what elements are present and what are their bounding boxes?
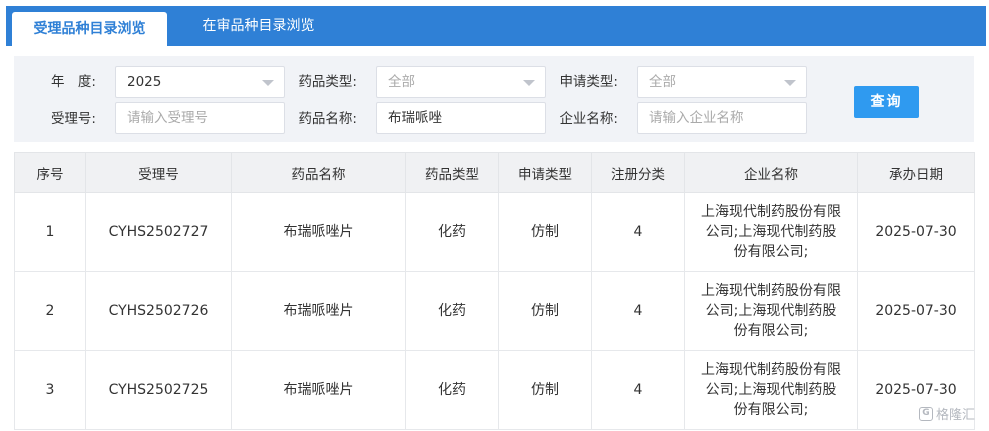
cell-apply-type: 仿制: [498, 192, 592, 272]
header-reg-class: 注册分类: [591, 152, 685, 193]
cell-drug-type: 化药: [405, 192, 499, 272]
cell-reg-class: 4: [591, 192, 685, 272]
header-apply-type: 申请类型: [498, 152, 592, 193]
query-button[interactable]: 查询: [854, 86, 919, 118]
cell-index: 2: [14, 271, 86, 351]
drug-type-select[interactable]: 全部: [376, 66, 546, 98]
cell-date: 2025-07-30: [857, 192, 975, 272]
cell-drug-type: 化药: [405, 350, 499, 430]
apply-type-value: 全部: [649, 74, 676, 90]
company-input[interactable]: 请输入企业名称: [637, 102, 807, 134]
cell-accept-no: CYHS2502727: [85, 192, 232, 272]
header-company: 企业名称: [684, 152, 858, 193]
tab-bar: 受理品种目录浏览 在审品种目录浏览: [6, 6, 986, 46]
chevron-down-icon: [784, 80, 796, 86]
cell-date: 2025-07-30: [857, 271, 975, 351]
cell-apply-type: 仿制: [498, 350, 592, 430]
cell-index: 3: [14, 350, 86, 430]
watermark-text: 格隆汇: [935, 408, 975, 423]
cell-company: 上海现代制药股份有限公司;上海现代制药股份有限公司;: [684, 350, 858, 430]
drug-name-label: 药品名称:: [298, 111, 357, 127]
header-index: 序号: [14, 152, 86, 193]
accept-no-label: 受理号:: [50, 111, 96, 127]
cell-drug-name: 布瑞哌唑片: [231, 350, 406, 430]
year-label: 年 度:: [50, 74, 96, 90]
apply-type-select[interactable]: 全部: [637, 66, 807, 98]
watermark: G 格隆汇: [918, 404, 975, 423]
filter-panel: 年 度: 2025 药品类型: 全部 申请类型: 全部 查询 受理号: 请输入受…: [14, 56, 974, 142]
cell-accept-no: CYHS2502726: [85, 271, 232, 351]
table-row[interactable]: 2 CYHS2502726 布瑞哌唑片 化药 仿制 4 上海现代制药股份有限公司…: [14, 271, 975, 351]
tab-under-review-catalog[interactable]: 在审品种目录浏览: [176, 6, 341, 46]
table-row[interactable]: 3 CYHS2502725 布瑞哌唑片 化药 仿制 4 上海现代制药股份有限公司…: [14, 350, 975, 430]
cell-drug-name: 布瑞哌唑片: [231, 271, 406, 351]
drug-type-label: 药品类型:: [298, 74, 357, 90]
header-accept-no: 受理号: [85, 152, 232, 193]
header-drug-name: 药品名称: [231, 152, 406, 193]
cell-apply-type: 仿制: [498, 271, 592, 351]
tab-accepted-catalog[interactable]: 受理品种目录浏览: [12, 12, 167, 46]
header-date: 承办日期: [857, 152, 975, 193]
cell-reg-class: 4: [591, 271, 685, 351]
header-drug-type: 药品类型: [405, 152, 499, 193]
cell-drug-type: 化药: [405, 271, 499, 351]
cell-drug-name: 布瑞哌唑片: [231, 192, 406, 272]
cell-reg-class: 4: [591, 350, 685, 430]
drug-type-value: 全部: [388, 74, 415, 90]
year-value: 2025: [127, 74, 162, 90]
cell-accept-no: CYHS2502725: [85, 350, 232, 430]
company-label: 企业名称:: [559, 111, 618, 127]
cell-index: 1: [14, 192, 86, 272]
table-row[interactable]: 1 CYHS2502727 布瑞哌唑片 化药 仿制 4 上海现代制药股份有限公司…: [14, 192, 975, 272]
table-header-row: 序号 受理号 药品名称 药品类型 申请类型 注册分类 企业名称 承办日期: [14, 152, 975, 193]
results-table: 序号 受理号 药品名称 药品类型 申请类型 注册分类 企业名称 承办日期 1 C…: [14, 152, 975, 430]
cell-company: 上海现代制药股份有限公司;上海现代制药股份有限公司;: [684, 192, 858, 272]
cell-company: 上海现代制药股份有限公司;上海现代制药股份有限公司;: [684, 271, 858, 351]
drug-name-input[interactable]: 布瑞哌唑: [376, 102, 546, 134]
apply-type-label: 申请类型:: [559, 74, 618, 90]
watermark-logo-icon: G: [918, 406, 933, 421]
accept-no-input[interactable]: 请输入受理号: [115, 102, 285, 134]
year-select[interactable]: 2025: [115, 66, 285, 98]
